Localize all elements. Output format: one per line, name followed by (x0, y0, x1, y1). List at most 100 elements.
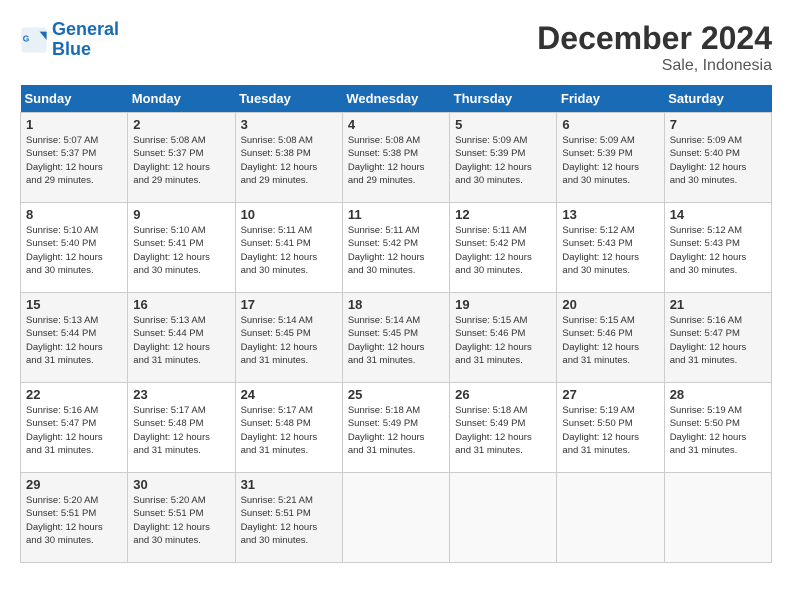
day-info: Sunrise: 5:11 AM Sunset: 5:42 PM Dayligh… (348, 224, 444, 277)
calendar-cell: 13 Sunrise: 5:12 AM Sunset: 5:43 PM Dayli… (557, 203, 664, 293)
calendar-cell: 17Sunrise: 5:14 AM Sunset: 5:45 PM Dayli… (235, 293, 342, 383)
calendar-cell: 29 Sunrise: 5:20 AM Sunset: 5:51 PM Dayli… (21, 473, 128, 563)
day-info: Sunrise: 5:21 AM Sunset: 5:51 PM Dayligh… (241, 494, 337, 547)
header-row: Sunday Monday Tuesday Wednesday Thursday… (21, 85, 772, 113)
day-info: Sunrise: 5:13 AM Sunset: 5:44 PM Dayligh… (26, 314, 122, 367)
day-info: Sunrise: 5:08 AM Sunset: 5:38 PM Dayligh… (241, 134, 337, 187)
calendar-cell: 4Sunrise: 5:08 AM Sunset: 5:38 PM Daylig… (342, 113, 449, 203)
day-info: Sunrise: 5:13 AM Sunset: 5:44 PM Dayligh… (133, 314, 229, 367)
calendar-cell: 23 Sunrise: 5:17 AM Sunset: 5:48 PM Dayli… (128, 383, 235, 473)
logo-icon: G (20, 26, 48, 54)
calendar-cell: 2Sunrise: 5:08 AM Sunset: 5:37 PM Daylig… (128, 113, 235, 203)
calendar-header: Sunday Monday Tuesday Wednesday Thursday… (21, 85, 772, 113)
calendar-cell: 10 Sunrise: 5:11 AM Sunset: 5:41 PM Dayli… (235, 203, 342, 293)
title-block: December 2024 Sale, Indonesia (537, 20, 772, 75)
day-number: 20 (562, 297, 658, 312)
day-number: 10 (241, 207, 337, 222)
day-info: Sunrise: 5:17 AM Sunset: 5:48 PM Dayligh… (133, 404, 229, 457)
calendar-week-1: 1Sunrise: 5:07 AM Sunset: 5:37 PM Daylig… (21, 113, 772, 203)
calendar-cell: 27Sunrise: 5:19 AM Sunset: 5:50 PM Dayli… (557, 383, 664, 473)
day-number: 23 (133, 387, 229, 402)
day-number: 24 (241, 387, 337, 402)
day-info: Sunrise: 5:10 AM Sunset: 5:41 PM Dayligh… (133, 224, 229, 277)
day-number: 16 (133, 297, 229, 312)
day-number: 21 (670, 297, 766, 312)
calendar-cell (557, 473, 664, 563)
day-info: Sunrise: 5:09 AM Sunset: 5:39 PM Dayligh… (455, 134, 551, 187)
calendar-cell: 1Sunrise: 5:07 AM Sunset: 5:37 PM Daylig… (21, 113, 128, 203)
day-info: Sunrise: 5:20 AM Sunset: 5:51 PM Dayligh… (26, 494, 122, 547)
day-info: Sunrise: 5:08 AM Sunset: 5:38 PM Dayligh… (348, 134, 444, 187)
day-number: 17 (241, 297, 337, 312)
day-number: 13 (562, 207, 658, 222)
header-thursday: Thursday (450, 85, 557, 113)
day-info: Sunrise: 5:16 AM Sunset: 5:47 PM Dayligh… (26, 404, 122, 457)
calendar-cell: 7Sunrise: 5:09 AM Sunset: 5:40 PM Daylig… (664, 113, 771, 203)
calendar-cell: 25 Sunrise: 5:18 AM Sunset: 5:49 PM Dayli… (342, 383, 449, 473)
calendar-cell: 18 Sunrise: 5:14 AM Sunset: 5:45 PM Dayli… (342, 293, 449, 383)
logo: G General Blue (20, 20, 119, 60)
header-tuesday: Tuesday (235, 85, 342, 113)
calendar-cell: 20Sunrise: 5:15 AM Sunset: 5:46 PM Dayli… (557, 293, 664, 383)
calendar-week-2: 8 Sunrise: 5:10 AM Sunset: 5:40 PM Daylig… (21, 203, 772, 293)
logo-line1: General (52, 19, 119, 39)
day-info: Sunrise: 5:12 AM Sunset: 5:43 PM Dayligh… (670, 224, 766, 277)
day-number: 22 (26, 387, 122, 402)
day-number: 28 (670, 387, 766, 402)
header-friday: Friday (557, 85, 664, 113)
day-number: 7 (670, 117, 766, 132)
day-number: 2 (133, 117, 229, 132)
calendar-body: 1Sunrise: 5:07 AM Sunset: 5:37 PM Daylig… (21, 113, 772, 563)
logo-text: General Blue (52, 20, 119, 60)
day-number: 27 (562, 387, 658, 402)
day-info: Sunrise: 5:11 AM Sunset: 5:42 PM Dayligh… (455, 224, 551, 277)
day-info: Sunrise: 5:14 AM Sunset: 5:45 PM Dayligh… (348, 314, 444, 367)
calendar-cell: 26Sunrise: 5:18 AM Sunset: 5:49 PM Dayli… (450, 383, 557, 473)
calendar-cell: 30Sunrise: 5:20 AM Sunset: 5:51 PM Dayli… (128, 473, 235, 563)
day-info: Sunrise: 5:11 AM Sunset: 5:41 PM Dayligh… (241, 224, 337, 277)
day-number: 11 (348, 207, 444, 222)
svg-text:G: G (23, 33, 30, 43)
header-monday: Monday (128, 85, 235, 113)
day-info: Sunrise: 5:17 AM Sunset: 5:48 PM Dayligh… (241, 404, 337, 457)
calendar-cell: 31 Sunrise: 5:21 AM Sunset: 5:51 PM Dayli… (235, 473, 342, 563)
day-number: 14 (670, 207, 766, 222)
header-saturday: Saturday (664, 85, 771, 113)
day-info: Sunrise: 5:18 AM Sunset: 5:49 PM Dayligh… (348, 404, 444, 457)
calendar-cell (664, 473, 771, 563)
calendar-table: Sunday Monday Tuesday Wednesday Thursday… (20, 85, 772, 563)
day-info: Sunrise: 5:10 AM Sunset: 5:40 PM Dayligh… (26, 224, 122, 277)
calendar-cell: 24 Sunrise: 5:17 AM Sunset: 5:48 PM Dayli… (235, 383, 342, 473)
calendar-cell: 12 Sunrise: 5:11 AM Sunset: 5:42 PM Dayli… (450, 203, 557, 293)
day-number: 18 (348, 297, 444, 312)
calendar-week-4: 22 Sunrise: 5:16 AM Sunset: 5:47 PM Dayli… (21, 383, 772, 473)
header-wednesday: Wednesday (342, 85, 449, 113)
day-number: 6 (562, 117, 658, 132)
calendar-subtitle: Sale, Indonesia (537, 57, 772, 75)
calendar-cell: 28 Sunrise: 5:19 AM Sunset: 5:50 PM Dayli… (664, 383, 771, 473)
day-info: Sunrise: 5:09 AM Sunset: 5:39 PM Dayligh… (562, 134, 658, 187)
day-number: 25 (348, 387, 444, 402)
day-number: 29 (26, 477, 122, 492)
calendar-cell: 19Sunrise: 5:15 AM Sunset: 5:46 PM Dayli… (450, 293, 557, 383)
day-number: 1 (26, 117, 122, 132)
day-number: 8 (26, 207, 122, 222)
day-number: 9 (133, 207, 229, 222)
calendar-week-5: 29 Sunrise: 5:20 AM Sunset: 5:51 PM Dayli… (21, 473, 772, 563)
calendar-cell: 15 Sunrise: 5:13 AM Sunset: 5:44 PM Dayli… (21, 293, 128, 383)
day-number: 15 (26, 297, 122, 312)
day-info: Sunrise: 5:18 AM Sunset: 5:49 PM Dayligh… (455, 404, 551, 457)
page-header: G General Blue December 2024 Sale, Indon… (20, 20, 772, 75)
calendar-cell (342, 473, 449, 563)
day-info: Sunrise: 5:19 AM Sunset: 5:50 PM Dayligh… (670, 404, 766, 457)
day-info: Sunrise: 5:12 AM Sunset: 5:43 PM Dayligh… (562, 224, 658, 277)
day-info: Sunrise: 5:15 AM Sunset: 5:46 PM Dayligh… (455, 314, 551, 367)
logo-line2: Blue (52, 39, 91, 59)
day-number: 12 (455, 207, 551, 222)
calendar-title: December 2024 (537, 20, 772, 57)
calendar-cell: 9 Sunrise: 5:10 AM Sunset: 5:41 PM Daylig… (128, 203, 235, 293)
day-info: Sunrise: 5:20 AM Sunset: 5:51 PM Dayligh… (133, 494, 229, 547)
calendar-cell: 11 Sunrise: 5:11 AM Sunset: 5:42 PM Dayli… (342, 203, 449, 293)
day-number: 31 (241, 477, 337, 492)
calendar-cell: 14 Sunrise: 5:12 AM Sunset: 5:43 PM Dayli… (664, 203, 771, 293)
